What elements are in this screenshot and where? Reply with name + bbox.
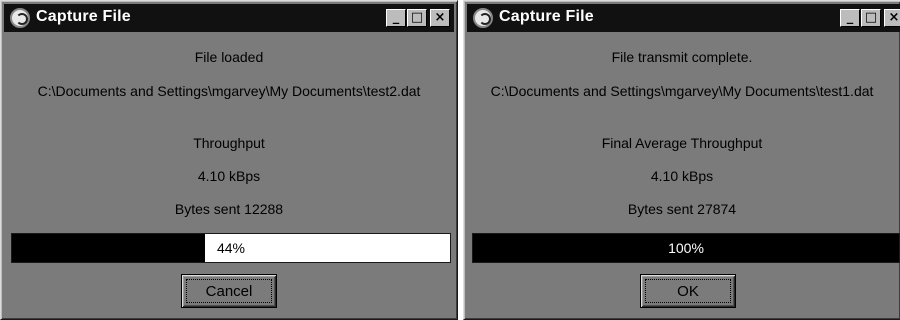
bytes-sent: Bytes sent 27874 xyxy=(627,201,737,217)
title-buttons: _ □ × xyxy=(385,9,450,27)
throughput-value: 4.10 kBps xyxy=(650,168,714,184)
app-icon[interactable] xyxy=(10,8,30,28)
progress-percent: 100% xyxy=(668,240,704,256)
bytes-sent: Bytes sent 12288 xyxy=(174,201,284,217)
status-text: File transmit complete. xyxy=(611,49,753,65)
cancel-button[interactable]: Cancel xyxy=(181,274,277,308)
close-button[interactable]: × xyxy=(430,9,450,27)
throughput-label: Throughput xyxy=(193,135,265,151)
app-icon[interactable] xyxy=(473,8,493,28)
throughput-value: 4.10 kBps xyxy=(197,168,261,184)
title-bar[interactable]: Capture File _ □ × xyxy=(467,4,900,32)
capture-file-window-complete: Capture File _ □ × File transmit complet… xyxy=(463,0,900,320)
progress-percent: 44% xyxy=(216,240,246,256)
window-title: Capture File xyxy=(36,8,131,25)
title-bar[interactable]: Capture File _ □ × xyxy=(4,4,454,32)
file-path: C:\Documents and Settings\mgarvey\My Doc… xyxy=(490,83,874,99)
ok-button[interactable]: OK xyxy=(640,274,736,308)
file-path: C:\Documents and Settings\mgarvey\My Doc… xyxy=(37,83,421,99)
ok-button-label: OK xyxy=(677,283,699,300)
capture-file-window-loading: Capture File _ □ × File loaded C:\Docume… xyxy=(0,0,458,320)
throughput-label: Final Average Throughput xyxy=(601,135,763,151)
minimize-button[interactable]: _ xyxy=(840,9,860,27)
minimize-button[interactable]: _ xyxy=(386,9,406,27)
status-text: File loaded xyxy=(194,49,264,65)
progress-bar: 100% xyxy=(472,233,900,263)
cancel-button-label: Cancel xyxy=(205,283,253,300)
progress-bar: 44% xyxy=(11,233,451,263)
close-button[interactable]: × xyxy=(884,9,900,27)
title-buttons: _ □ × xyxy=(839,9,900,27)
maximize-button[interactable]: □ xyxy=(407,9,427,27)
maximize-button[interactable]: □ xyxy=(861,9,881,27)
window-title: Capture File xyxy=(499,8,594,25)
